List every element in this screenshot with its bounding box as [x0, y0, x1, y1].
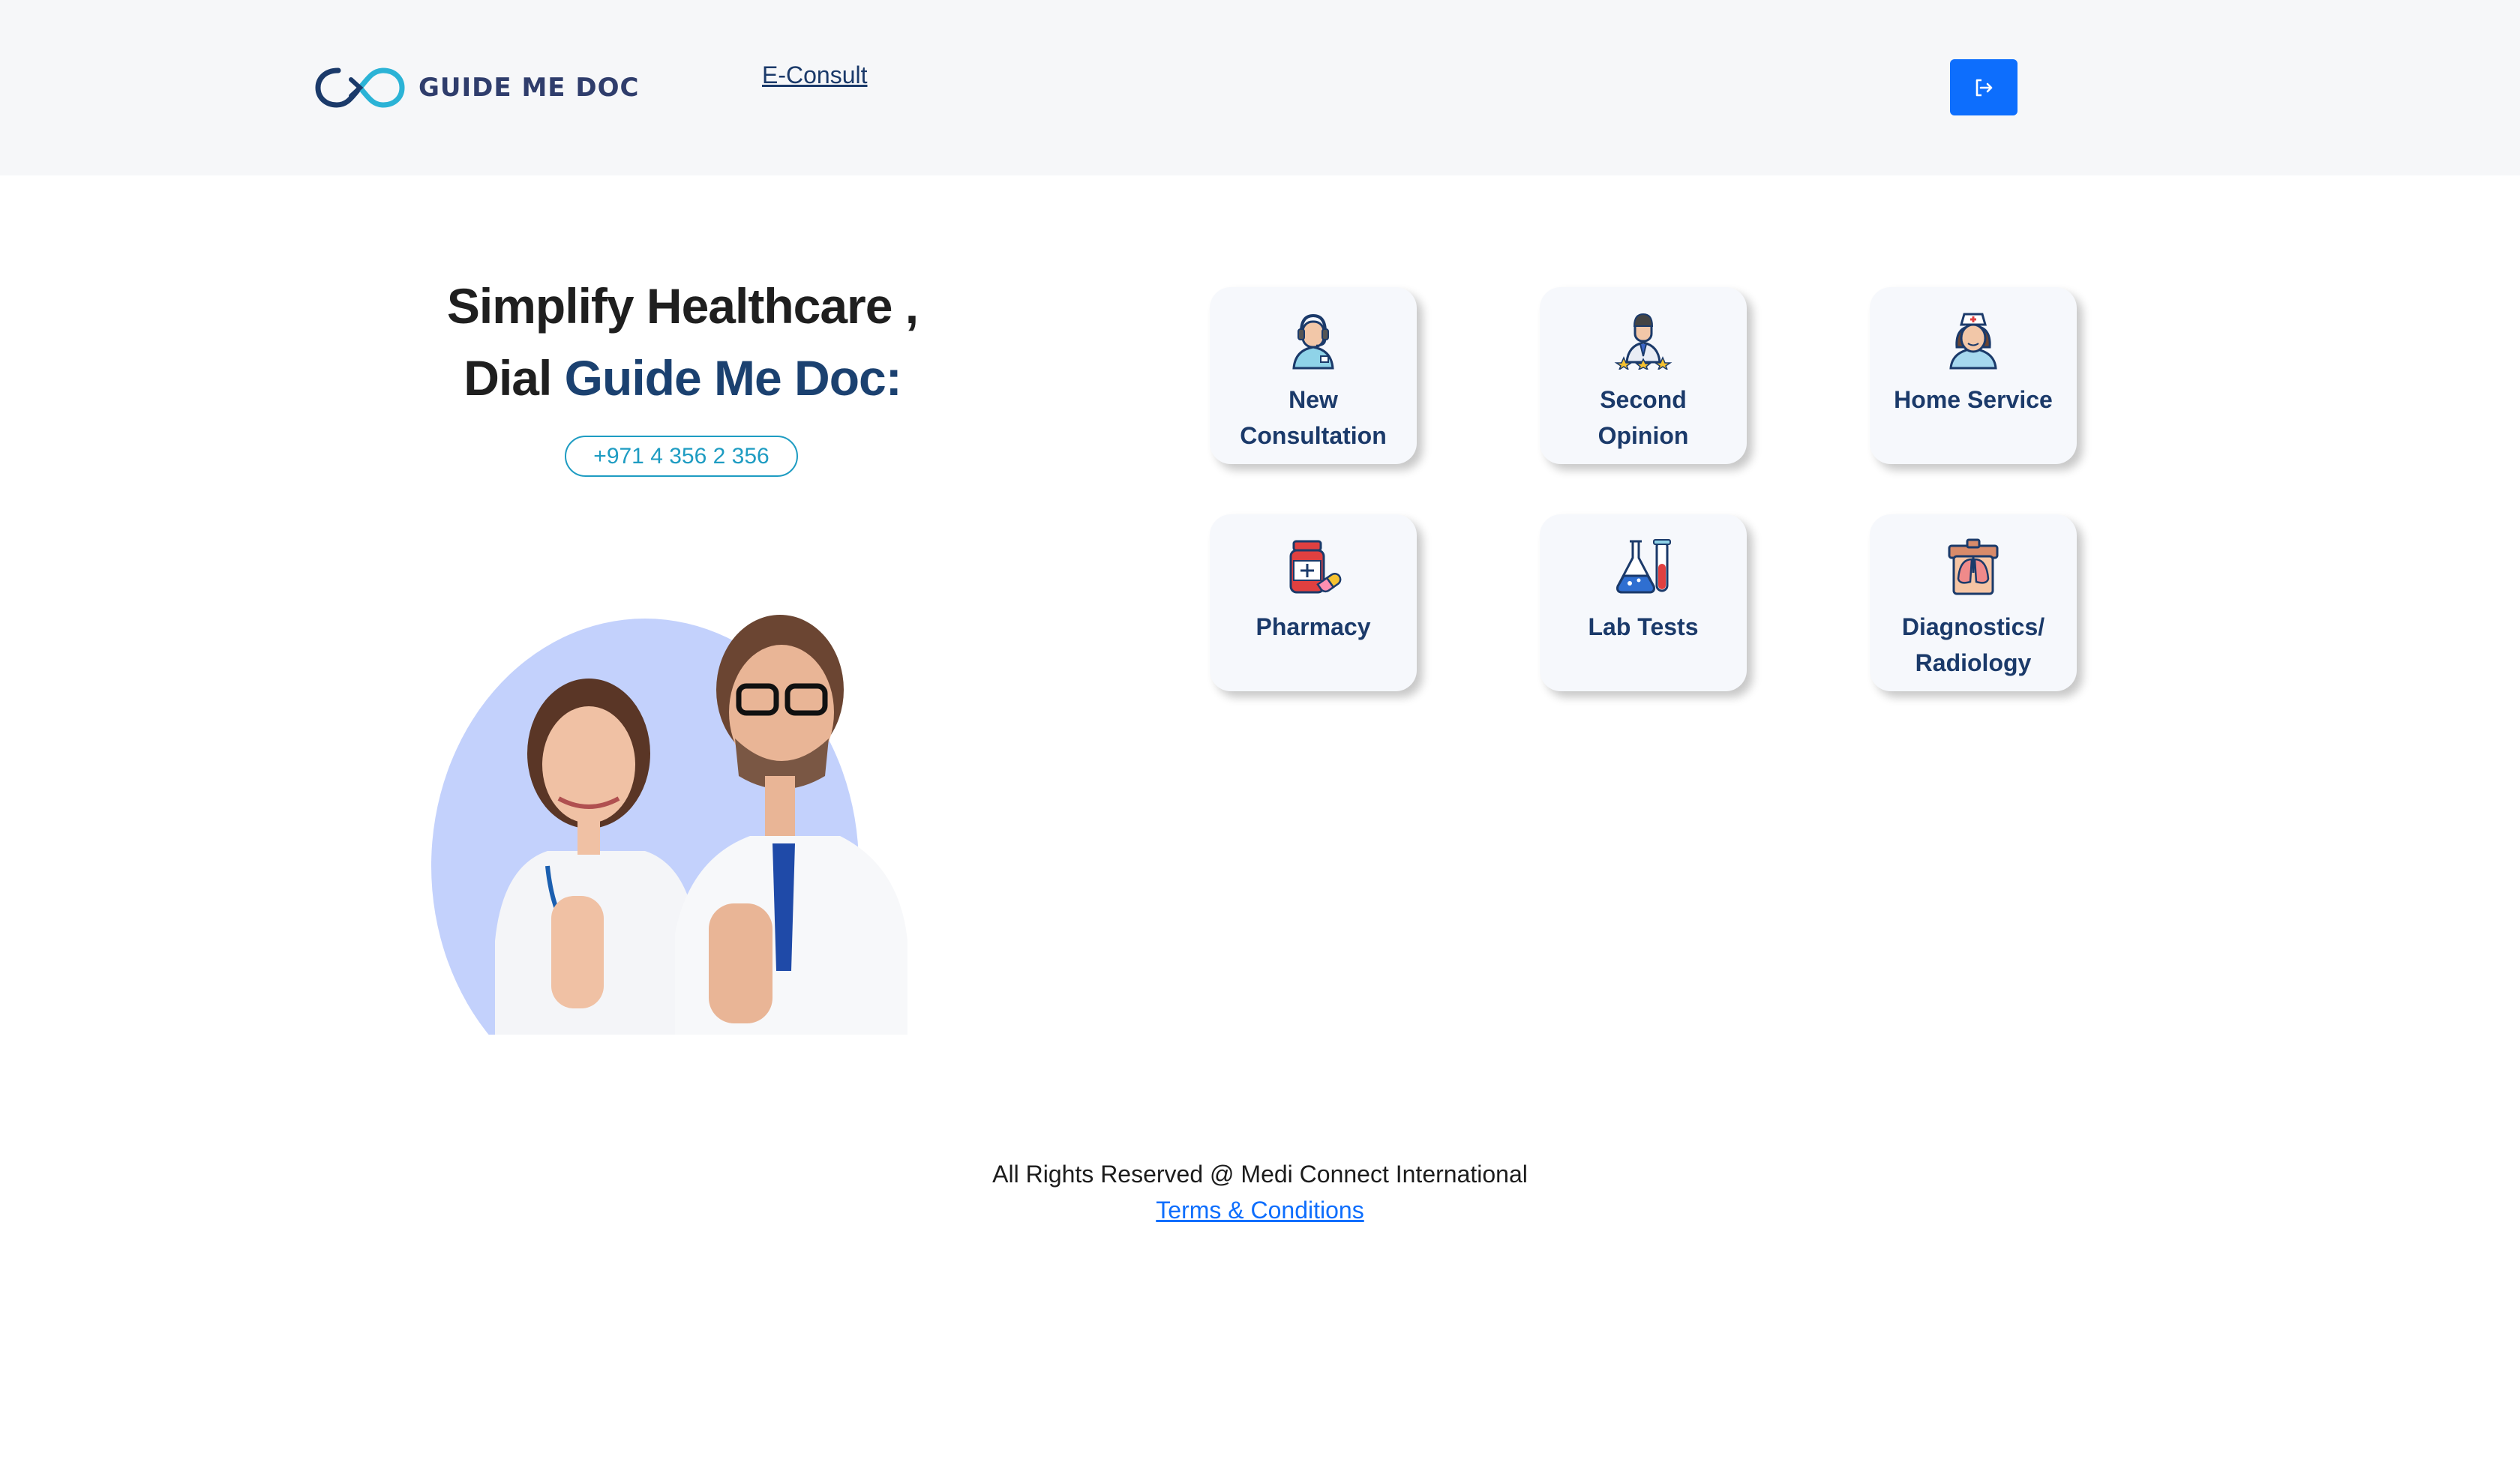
service-tile-lab-tests[interactable]: Lab Tests — [1540, 514, 1747, 691]
service-label: Diagnostics/ Radiology — [1901, 613, 2045, 676]
service-label: Second Opinion — [1598, 386, 1689, 449]
hero-title-line2: Dial Guide Me Doc: — [420, 342, 945, 414]
service-tile-pharmacy[interactable]: Pharmacy — [1210, 514, 1417, 691]
call-center-doctor-icon — [1282, 308, 1345, 371]
terms-conditions-link[interactable]: Terms & Conditions — [900, 1197, 1620, 1224]
infinity-logo-icon — [315, 67, 405, 108]
logout-button[interactable] — [1950, 59, 2018, 115]
rated-doctor-icon — [1612, 308, 1675, 371]
footer-copyright: All Rights Reserved @ Medi Connect Inter… — [992, 1161, 1528, 1188]
service-label: Home Service — [1894, 386, 2053, 413]
lungs-xray-icon — [1942, 535, 2005, 598]
hero-title-prefix: Dial — [464, 350, 565, 406]
hero-title-line1: Simplify Healthcare , — [446, 278, 919, 334]
medicine-bottle-icon — [1282, 535, 1345, 598]
service-label: Pharmacy — [1256, 613, 1371, 640]
top-header: GUIDE ME DOC E-Consult — [0, 0, 2520, 175]
phone-number-pill[interactable]: +971 4 356 2 356 — [565, 436, 798, 477]
logout-icon — [1976, 79, 1993, 96]
service-tile-second-opinion[interactable]: Second Opinion — [1540, 287, 1747, 464]
service-tile-home-service[interactable]: Home Service — [1870, 287, 2077, 464]
nav-econsult-link[interactable]: E-Consult — [762, 61, 868, 89]
service-tile-diagnostics-radiology[interactable]: Diagnostics/ Radiology — [1870, 514, 2077, 691]
guide-me-doc-logo[interactable]: GUIDE ME DOC — [314, 63, 639, 112]
service-label: New Consultation — [1240, 386, 1387, 449]
logo-text: GUIDE ME DOC — [418, 73, 640, 103]
hero-title-brand: Guide Me Doc: — [564, 350, 902, 406]
nurse-icon — [1942, 308, 2005, 371]
service-label: Lab Tests — [1588, 613, 1699, 640]
lab-flask-icon — [1612, 535, 1675, 598]
service-tile-new-consultation[interactable]: New Consultation — [1210, 287, 1417, 464]
doctors-thumbs-up-image — [420, 615, 982, 1113]
hero-headline: Simplify Healthcare , Dial Guide Me Doc: — [420, 270, 945, 414]
